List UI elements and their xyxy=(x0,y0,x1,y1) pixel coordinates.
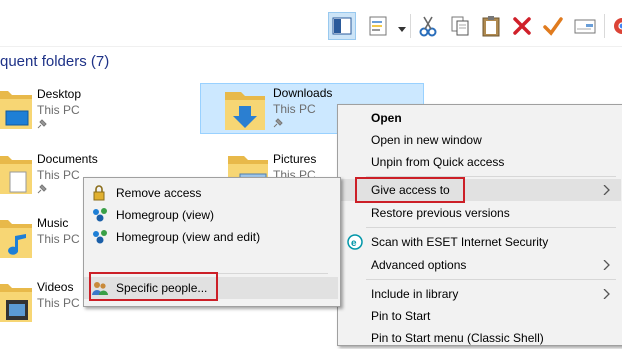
menu-item-label: Advanced options xyxy=(371,258,467,272)
submenu-item-label: Homegroup (view) xyxy=(116,208,215,222)
highlight-box-specific-people xyxy=(89,272,218,301)
menu-item-label: Pin to Start xyxy=(371,309,431,323)
delete-button[interactable] xyxy=(508,12,536,40)
folder-location: This PC xyxy=(37,232,80,246)
delete-icon xyxy=(513,17,531,35)
folder-name: Videos xyxy=(37,280,74,294)
menu-item-pin-to-start[interactable]: Pin to Start xyxy=(338,305,621,327)
svg-text:e: e xyxy=(351,238,357,249)
chevron-right-icon xyxy=(603,260,610,270)
folder-name: Pictures xyxy=(273,152,317,166)
copy-icon xyxy=(451,16,469,36)
copy-button[interactable] xyxy=(446,12,474,40)
folder-name: Music xyxy=(37,216,69,230)
scissors-icon xyxy=(419,16,437,37)
menu-item-label: Open xyxy=(371,111,402,125)
pin-icon xyxy=(37,119,47,129)
menu-item-restore-previous-versions[interactable]: Restore previous versions xyxy=(338,202,621,224)
give-access-submenu: Remove access Homegroup (view) Homegroup… xyxy=(83,177,341,307)
downloads-folder-icon xyxy=(225,92,265,130)
menu-item-advanced-options[interactable]: Advanced options xyxy=(338,254,621,276)
documents-folder-icon xyxy=(0,156,32,194)
homegroup-icon xyxy=(93,230,107,244)
highlight-box-give-access xyxy=(355,177,465,203)
menu-item-label: Pin to Start menu (Classic Shell) xyxy=(371,331,544,345)
toolbar xyxy=(0,0,622,47)
menu-item-label: Include in library xyxy=(371,287,459,301)
desktop-folder-icon xyxy=(0,91,32,129)
preview-pane-icon xyxy=(332,17,352,35)
folder-location: This PC xyxy=(37,296,80,310)
folder-name: Downloads xyxy=(273,86,333,100)
pin-icon xyxy=(37,184,47,194)
menu-item-label: Unpin from Quick access xyxy=(371,155,505,169)
folder-location: This PC xyxy=(37,168,80,182)
new-folder-button[interactable] xyxy=(571,12,599,40)
folder-location: This PC xyxy=(273,102,316,116)
submenu-item-homegroup-view[interactable]: Homegroup (view) xyxy=(84,204,338,226)
chevron-right-icon xyxy=(603,185,610,195)
menu-separator xyxy=(366,227,616,228)
homegroup-icon xyxy=(93,208,107,222)
folder-name: Desktop xyxy=(37,87,82,101)
submenu-item-label: Homegroup (view and edit) xyxy=(116,230,261,244)
clipboard-icon xyxy=(482,16,500,37)
menu-separator xyxy=(366,279,616,280)
lock-icon xyxy=(93,185,105,201)
chevron-right-icon xyxy=(603,289,610,299)
chrome-icon[interactable] xyxy=(611,17,622,38)
menu-item-label: Restore previous versions xyxy=(371,206,510,220)
menu-item-pin-to-start-classic[interactable]: Pin to Start menu (Classic Shell) xyxy=(338,327,621,349)
toolbar-separator xyxy=(410,14,411,38)
folder-tile-desktop[interactable]: Desktop This PC xyxy=(0,85,202,133)
pin-icon xyxy=(273,118,283,128)
paste-button[interactable] xyxy=(477,12,505,40)
submenu-item-homegroup-view-edit[interactable]: Homegroup (view and edit) xyxy=(84,226,338,248)
menu-item-label: Scan with ESET Internet Security xyxy=(371,235,549,249)
menu-item-include-in-library[interactable]: Include in library xyxy=(338,283,621,305)
menu-item-open-new-window[interactable]: Open in new window xyxy=(338,129,621,151)
videos-folder-icon xyxy=(0,284,32,322)
context-menu: Open Open in new window Unpin from Quick… xyxy=(337,104,622,346)
submenu-item-label: Remove access xyxy=(116,186,202,200)
folder-location: This PC xyxy=(37,103,80,117)
properties-button[interactable] xyxy=(366,12,394,40)
properties-icon xyxy=(369,16,387,36)
menu-item-scan-eset[interactable]: e Scan with ESET Internet Security xyxy=(338,231,621,253)
cut-button[interactable] xyxy=(414,12,442,40)
checkmark-icon xyxy=(543,17,563,36)
section-title-frequent-folders[interactable]: quent folders (7) xyxy=(0,53,109,70)
eset-icon: e xyxy=(347,234,363,250)
music-folder-icon xyxy=(0,220,32,258)
toolbar-separator xyxy=(604,14,605,38)
menu-item-label: Open in new window xyxy=(371,133,482,147)
menu-item-open[interactable]: Open xyxy=(338,107,621,129)
chevron-down-icon[interactable] xyxy=(398,22,406,36)
window-icon xyxy=(574,19,596,34)
folder-name: Documents xyxy=(37,152,98,166)
menu-item-unpin-quick-access[interactable]: Unpin from Quick access xyxy=(338,151,621,173)
preview-pane-button[interactable] xyxy=(328,12,356,40)
rename-button[interactable] xyxy=(539,12,567,40)
submenu-item-remove-access[interactable]: Remove access xyxy=(84,182,338,204)
